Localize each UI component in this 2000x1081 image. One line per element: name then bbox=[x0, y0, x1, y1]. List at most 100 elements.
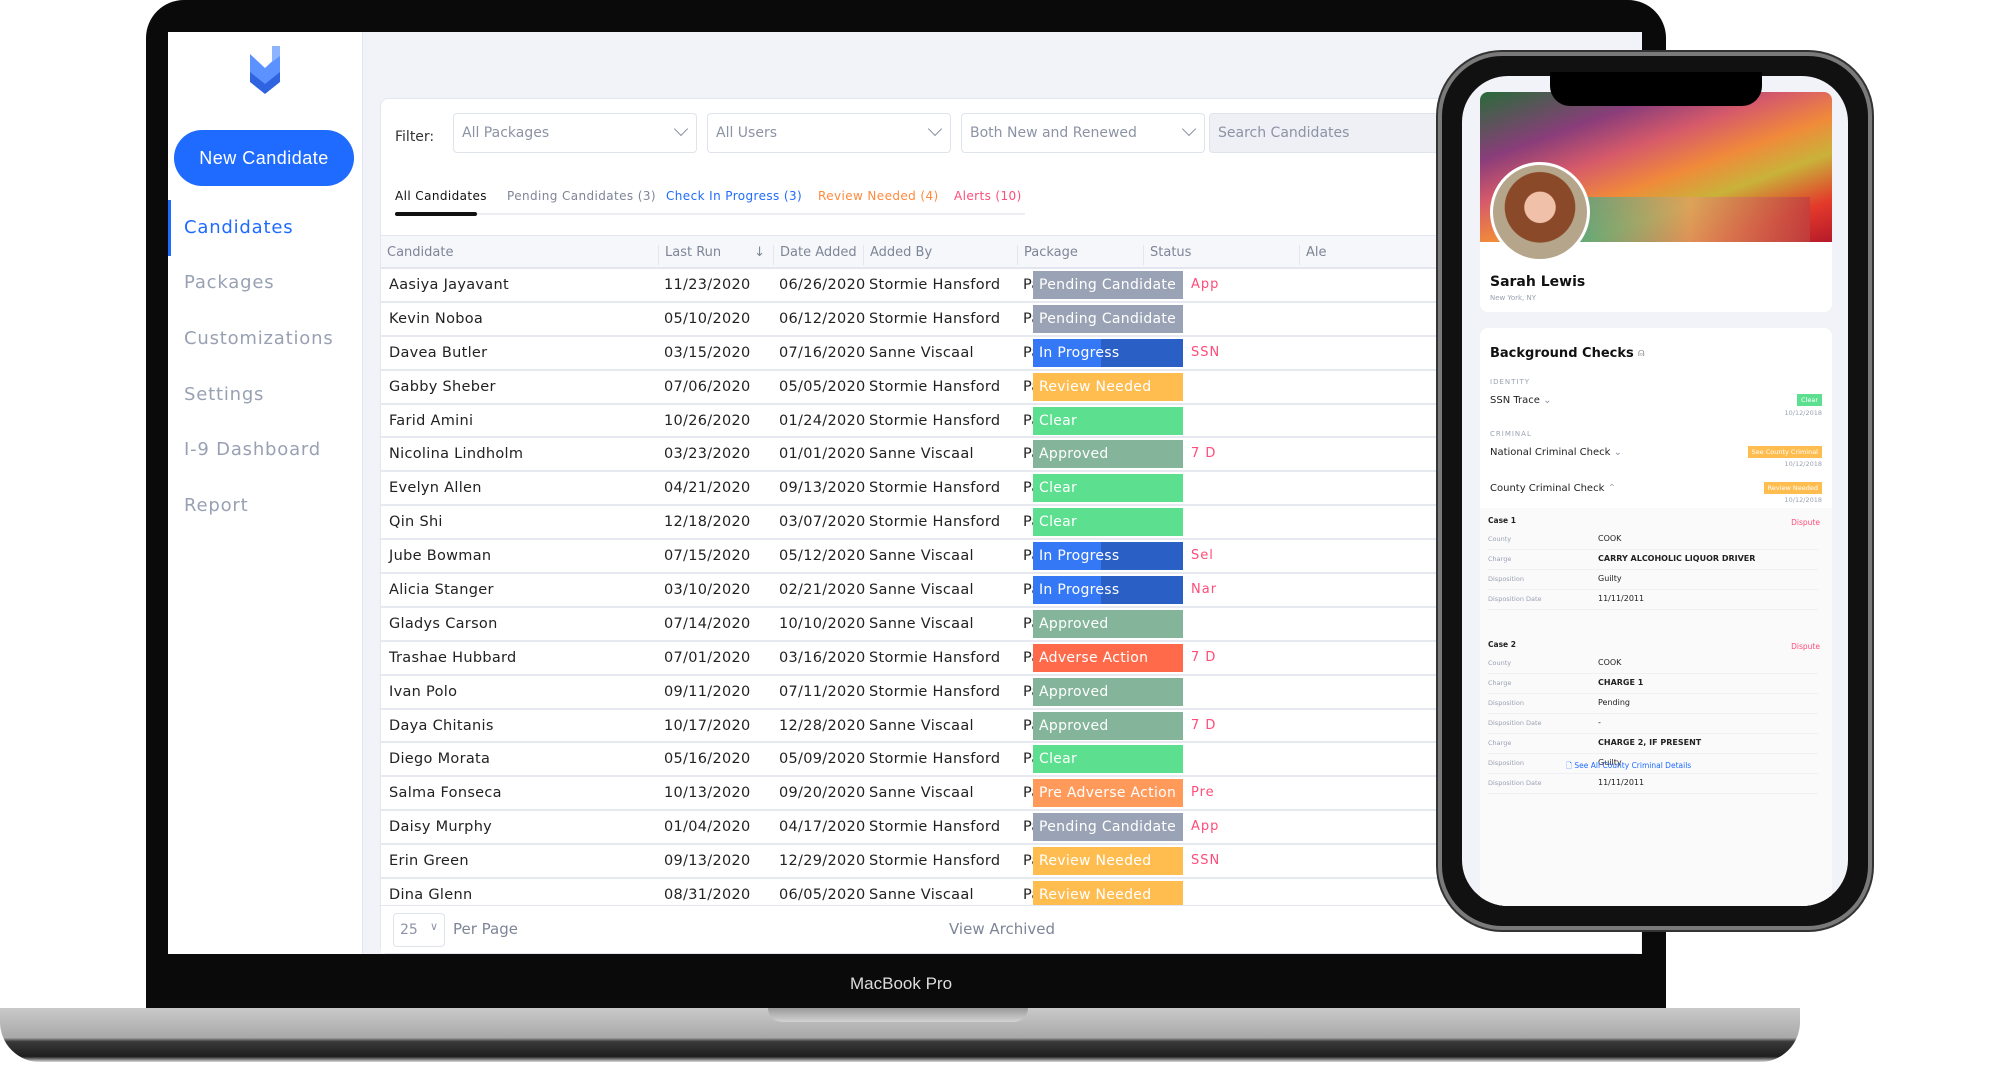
status-badge: Adverse Action bbox=[1033, 643, 1183, 672]
ssn-trace[interactable]: SSN Trace ⌄ bbox=[1490, 395, 1551, 406]
column-alerts[interactable]: Ale bbox=[1299, 245, 1327, 265]
sidebar-item-report[interactable]: Report bbox=[184, 495, 248, 516]
arrow-down-icon: ↓ bbox=[754, 245, 765, 260]
tab-alerts[interactable]: Alerts (10) bbox=[954, 189, 1022, 203]
tab-review-needed[interactable]: Review Needed (4) bbox=[818, 189, 939, 203]
cell-name: Davea Butler bbox=[389, 344, 488, 361]
cell-added: 06/05/2020 bbox=[779, 887, 866, 904]
case-field-label: County bbox=[1488, 535, 1512, 543]
status-label: Clear bbox=[1039, 751, 1078, 768]
cell-last-run: 03/15/2020 bbox=[664, 344, 751, 361]
status-label: Pre Adverse Action bbox=[1039, 785, 1177, 802]
logo-icon bbox=[250, 46, 280, 94]
column-candidate[interactable]: Candidate bbox=[381, 245, 453, 265]
cell-added: 06/26/2020 bbox=[779, 277, 866, 293]
column-added-by[interactable]: Added By bbox=[863, 245, 932, 265]
case-field-label: Charge bbox=[1488, 679, 1512, 687]
national-criminal-check[interactable]: National Criminal Check ⌄ bbox=[1490, 447, 1622, 458]
column-status[interactable]: Status bbox=[1143, 245, 1191, 265]
sidebar-item-candidates[interactable]: Candidates bbox=[184, 217, 293, 238]
case-field-label: Disposition bbox=[1488, 759, 1524, 767]
see-all-county-link[interactable]: 🗋 See All County Criminal Details bbox=[1566, 760, 1691, 773]
status-badge: Clear bbox=[1033, 474, 1183, 503]
cell-added: 05/12/2020 bbox=[779, 548, 866, 565]
avatar bbox=[1490, 162, 1590, 262]
users-select[interactable]: All Users bbox=[707, 113, 951, 153]
column-last-run[interactable]: Last Run ↓ bbox=[658, 245, 773, 265]
cell-added: 06/12/2020 bbox=[779, 310, 866, 327]
active-tab-indicator bbox=[395, 212, 477, 216]
cell-by: Stormie Hansford bbox=[869, 310, 1001, 327]
cell-by: Stormie Hansford bbox=[869, 412, 1001, 429]
cell-by: Stormie Hansford bbox=[869, 853, 1001, 870]
cell-name: Kevin Noboa bbox=[389, 310, 484, 327]
status-badge: Clear bbox=[1797, 394, 1822, 406]
chevron-up-icon: ⌃ bbox=[1607, 483, 1616, 494]
status-badge: In Progress bbox=[1033, 542, 1183, 571]
cell-added: 10/10/2020 bbox=[779, 615, 866, 632]
status-label: Clear bbox=[1039, 514, 1078, 531]
per-page-select[interactable]: 25 ∨ bbox=[393, 913, 445, 947]
cell-last-run: 07/15/2020 bbox=[664, 548, 751, 565]
case-field-row: Disposition Date 11/11/2011 bbox=[1488, 774, 1818, 794]
cell-by: Stormie Hansford bbox=[869, 819, 1001, 836]
sidebar-item-i9-dashboard[interactable]: I-9 Dashboard bbox=[184, 439, 321, 460]
cell-name: Aasiya Jayavant bbox=[389, 277, 509, 293]
cell-added: 02/21/2020 bbox=[779, 582, 866, 599]
cell-name: Daisy Murphy bbox=[389, 819, 493, 836]
tab-pending-candidates[interactable]: Pending Candidates (3) bbox=[507, 189, 656, 203]
table-footer: 25 ∨ Per Page View Archived bbox=[381, 905, 1641, 953]
sidebar-item-packages[interactable]: Packages bbox=[184, 272, 274, 293]
status-badge: Approved bbox=[1033, 677, 1183, 706]
column-last-run-label: Last Run bbox=[665, 245, 722, 260]
status-label: Review Needed bbox=[1039, 378, 1152, 395]
cell-name: Qin Shi bbox=[389, 514, 443, 531]
case-field-value: 11/11/2011 bbox=[1598, 594, 1645, 603]
tab-check-in-progress[interactable]: Check In Progress (3) bbox=[666, 189, 802, 203]
new-candidate-button[interactable]: New Candidate bbox=[174, 130, 354, 186]
cell-name: Evelyn Allen bbox=[389, 480, 482, 497]
cell-last-run: 09/11/2020 bbox=[664, 683, 751, 700]
status-badge: Pending Candidate bbox=[1033, 271, 1183, 299]
cell-last-run: 10/13/2020 bbox=[664, 785, 751, 802]
column-date-added[interactable]: Date Added bbox=[773, 245, 857, 265]
cell-by: Stormie Hansford bbox=[869, 277, 1001, 293]
alert-text: App bbox=[1191, 819, 1220, 835]
ssn-trace-label: SSN Trace bbox=[1490, 395, 1540, 406]
cell-name: Farid Amini bbox=[389, 412, 474, 429]
case-field-value: COOK bbox=[1598, 534, 1622, 543]
cell-by: Sanne Viscaal bbox=[869, 446, 974, 463]
status-badge: Pending Candidate bbox=[1033, 813, 1183, 842]
view-archived-link[interactable]: View Archived bbox=[949, 920, 1055, 938]
national-criminal-check-label: National Criminal Check bbox=[1490, 447, 1611, 458]
per-page-label: Per Page bbox=[453, 920, 518, 938]
alert-text: 7 D bbox=[1191, 649, 1217, 665]
column-package[interactable]: Package bbox=[1017, 245, 1078, 265]
status-badge: Pending Candidate bbox=[1033, 304, 1183, 333]
renewal-select[interactable]: Both New and Renewed bbox=[961, 113, 1205, 153]
case-field-value: CHARGE 2, IF PRESENT bbox=[1598, 738, 1702, 747]
sidebar-item-settings[interactable]: Settings bbox=[184, 384, 264, 405]
users-select-value: All Users bbox=[716, 125, 778, 141]
dispute-link[interactable]: Dispute bbox=[1791, 642, 1820, 651]
cell-name: Alicia Stanger bbox=[389, 582, 494, 599]
cell-last-run: 10/17/2020 bbox=[664, 717, 751, 734]
sidebar-item-customizations[interactable]: Customizations bbox=[184, 328, 334, 349]
banner-lake bbox=[1570, 197, 1810, 242]
cell-last-run: 07/01/2020 bbox=[664, 649, 751, 666]
tab-all-candidates[interactable]: All Candidates bbox=[395, 189, 487, 203]
case-title: Case 2 bbox=[1488, 640, 1516, 649]
cell-added: 12/28/2020 bbox=[779, 717, 866, 734]
packages-select[interactable]: All Packages bbox=[453, 113, 697, 153]
see-all-county-label: See All County Criminal Details bbox=[1574, 761, 1692, 770]
cell-added: 12/29/2020 bbox=[779, 853, 866, 870]
case-field-row: Charge CARRY ALCOHOLIC LIQUOR DRIVER bbox=[1488, 550, 1818, 570]
county-criminal-check[interactable]: County Criminal Check ⌃ bbox=[1490, 483, 1616, 494]
dispute-link[interactable]: Dispute bbox=[1791, 518, 1820, 527]
chevron-down-icon bbox=[1181, 121, 1197, 137]
background-checks-card: Background Checks ⍝ IDENTITY SSN Trace ⌄… bbox=[1480, 328, 1832, 906]
cell-added: 01/24/2020 bbox=[779, 412, 866, 429]
cell-name: Ivan Polo bbox=[389, 683, 458, 700]
cell-last-run: 03/10/2020 bbox=[664, 582, 751, 599]
tabs-underline bbox=[395, 213, 1025, 215]
